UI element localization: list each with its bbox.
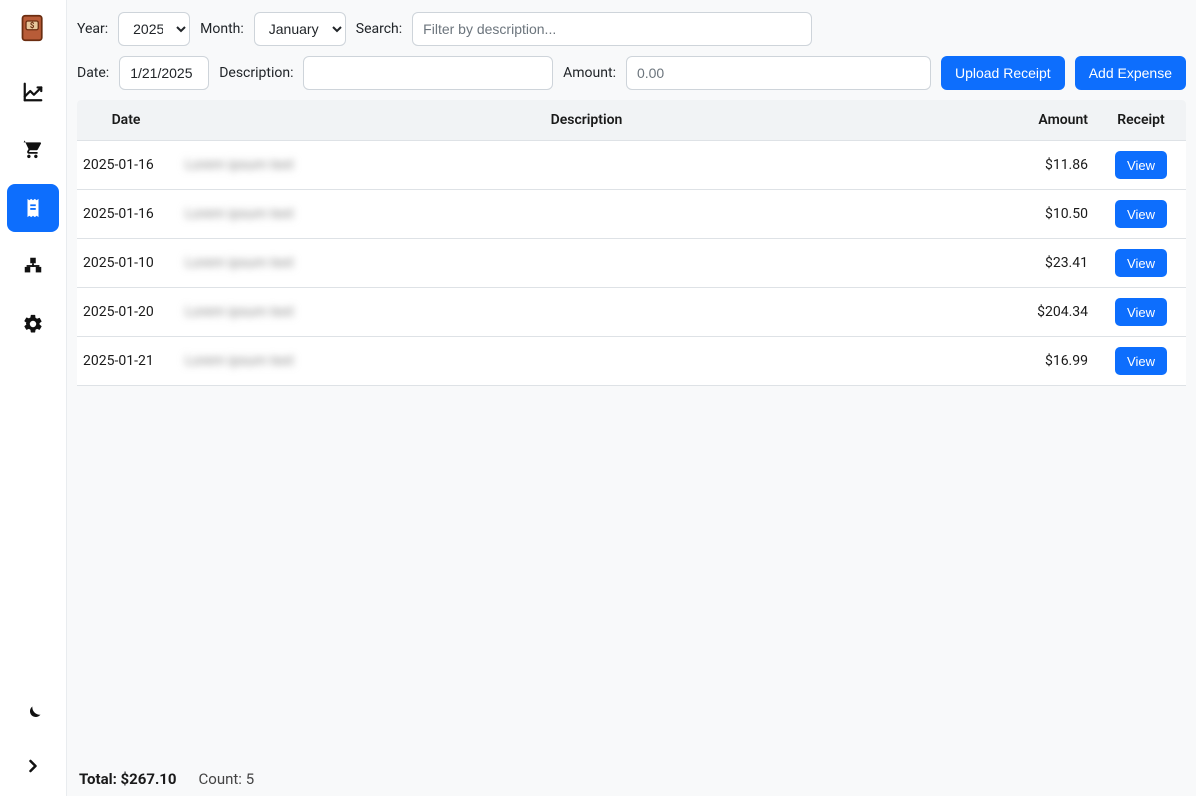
nav-receipts[interactable] xyxy=(7,184,59,232)
th-amount: Amount xyxy=(996,100,1096,141)
cell-description: Lorem ipsum text xyxy=(177,337,996,386)
sidebar-bottom xyxy=(13,694,53,786)
cell-date: 2025-01-16 xyxy=(77,190,177,239)
count-summary: Count: 5 xyxy=(199,770,255,788)
cell-amount: $16.99 xyxy=(996,337,1096,386)
cell-amount: $204.34 xyxy=(996,288,1096,337)
cell-receipt: View xyxy=(1096,239,1186,288)
view-receipt-button[interactable]: View xyxy=(1115,347,1167,375)
upload-receipt-button[interactable]: Upload Receipt xyxy=(941,56,1065,90)
table-row: 2025-01-16Lorem ipsum text$11.86 View xyxy=(77,141,1186,190)
total-value: $267.10 xyxy=(121,770,177,788)
cell-receipt: View xyxy=(1096,337,1186,386)
table-row: 2025-01-20Lorem ipsum text$204.34 View xyxy=(77,288,1186,337)
expenses-table: Date Description Amount Receipt 2025-01-… xyxy=(77,100,1186,386)
search-label: Search: xyxy=(356,21,402,37)
view-receipt-button[interactable]: View xyxy=(1115,298,1167,326)
cell-date: 2025-01-21 xyxy=(77,337,177,386)
nav-categories[interactable] xyxy=(7,242,59,290)
date-label: Date: xyxy=(77,65,109,81)
amount-label: Amount: xyxy=(563,65,616,81)
receipt-icon xyxy=(22,197,44,219)
count-label: Count: xyxy=(199,770,242,788)
cell-receipt: View xyxy=(1096,190,1186,239)
th-date: Date xyxy=(77,100,177,141)
nav-shopping[interactable] xyxy=(7,126,59,174)
cell-date: 2025-01-20 xyxy=(77,288,177,337)
cell-amount: $11.86 xyxy=(996,141,1096,190)
cell-description: Lorem ipsum text xyxy=(177,288,996,337)
total-summary: Total: $267.10 xyxy=(79,770,177,788)
th-description: Description xyxy=(177,100,996,141)
theme-toggle[interactable] xyxy=(13,694,53,734)
date-input[interactable] xyxy=(119,56,209,90)
table-row: 2025-01-10Lorem ipsum text$23.41 View xyxy=(77,239,1186,288)
description-input[interactable] xyxy=(303,56,553,90)
expenses-table-wrap: Date Description Amount Receipt 2025-01-… xyxy=(77,100,1186,764)
table-row: 2025-01-21Lorem ipsum text$16.99 View xyxy=(77,337,1186,386)
expand-sidebar[interactable] xyxy=(13,746,53,786)
cell-amount: $10.50 xyxy=(996,190,1096,239)
gear-icon xyxy=(22,313,44,335)
amount-input[interactable] xyxy=(626,56,931,90)
count-value: 5 xyxy=(246,770,254,788)
cell-description: Lorem ipsum text xyxy=(177,141,996,190)
view-receipt-button[interactable]: View xyxy=(1115,200,1167,228)
cell-date: 2025-01-16 xyxy=(77,141,177,190)
cart-icon xyxy=(22,139,44,161)
cell-receipt: View xyxy=(1096,141,1186,190)
chevron-right-icon xyxy=(23,756,43,776)
form-row: Date: Description: Amount: Upload Receip… xyxy=(77,56,1186,90)
month-label: Month: xyxy=(200,21,244,37)
nav-dashboard[interactable] xyxy=(7,68,59,116)
app-logo: $ xyxy=(17,12,49,44)
cell-amount: $23.41 xyxy=(996,239,1096,288)
cell-description: Lorem ipsum text xyxy=(177,190,996,239)
add-expense-button[interactable]: Add Expense xyxy=(1075,56,1186,90)
year-label: Year: xyxy=(77,21,108,37)
chart-line-icon xyxy=(22,81,44,103)
nav-items xyxy=(7,68,59,348)
view-receipt-button[interactable]: View xyxy=(1115,151,1167,179)
description-label: Description: xyxy=(219,65,293,81)
summary-footer: Total: $267.10 Count: 5 xyxy=(77,764,1186,790)
moon-icon xyxy=(23,704,43,724)
nav-settings[interactable] xyxy=(7,300,59,348)
view-receipt-button[interactable]: View xyxy=(1115,249,1167,277)
year-select[interactable]: 2025 xyxy=(118,12,190,46)
table-row: 2025-01-16Lorem ipsum text$10.50 View xyxy=(77,190,1186,239)
svg-text:$: $ xyxy=(30,21,35,30)
month-select[interactable]: January xyxy=(254,12,346,46)
boxes-icon xyxy=(22,255,44,277)
cell-date: 2025-01-10 xyxy=(77,239,177,288)
main-content: Year: 2025 Month: January Search: Date: … xyxy=(67,0,1196,796)
total-label: Total: xyxy=(79,770,117,788)
cell-description: Lorem ipsum text xyxy=(177,239,996,288)
cell-receipt: View xyxy=(1096,288,1186,337)
sidebar: $ xyxy=(0,0,67,796)
th-receipt: Receipt xyxy=(1096,100,1186,141)
search-input[interactable] xyxy=(412,12,812,46)
filter-row: Year: 2025 Month: January Search: xyxy=(77,12,1186,46)
